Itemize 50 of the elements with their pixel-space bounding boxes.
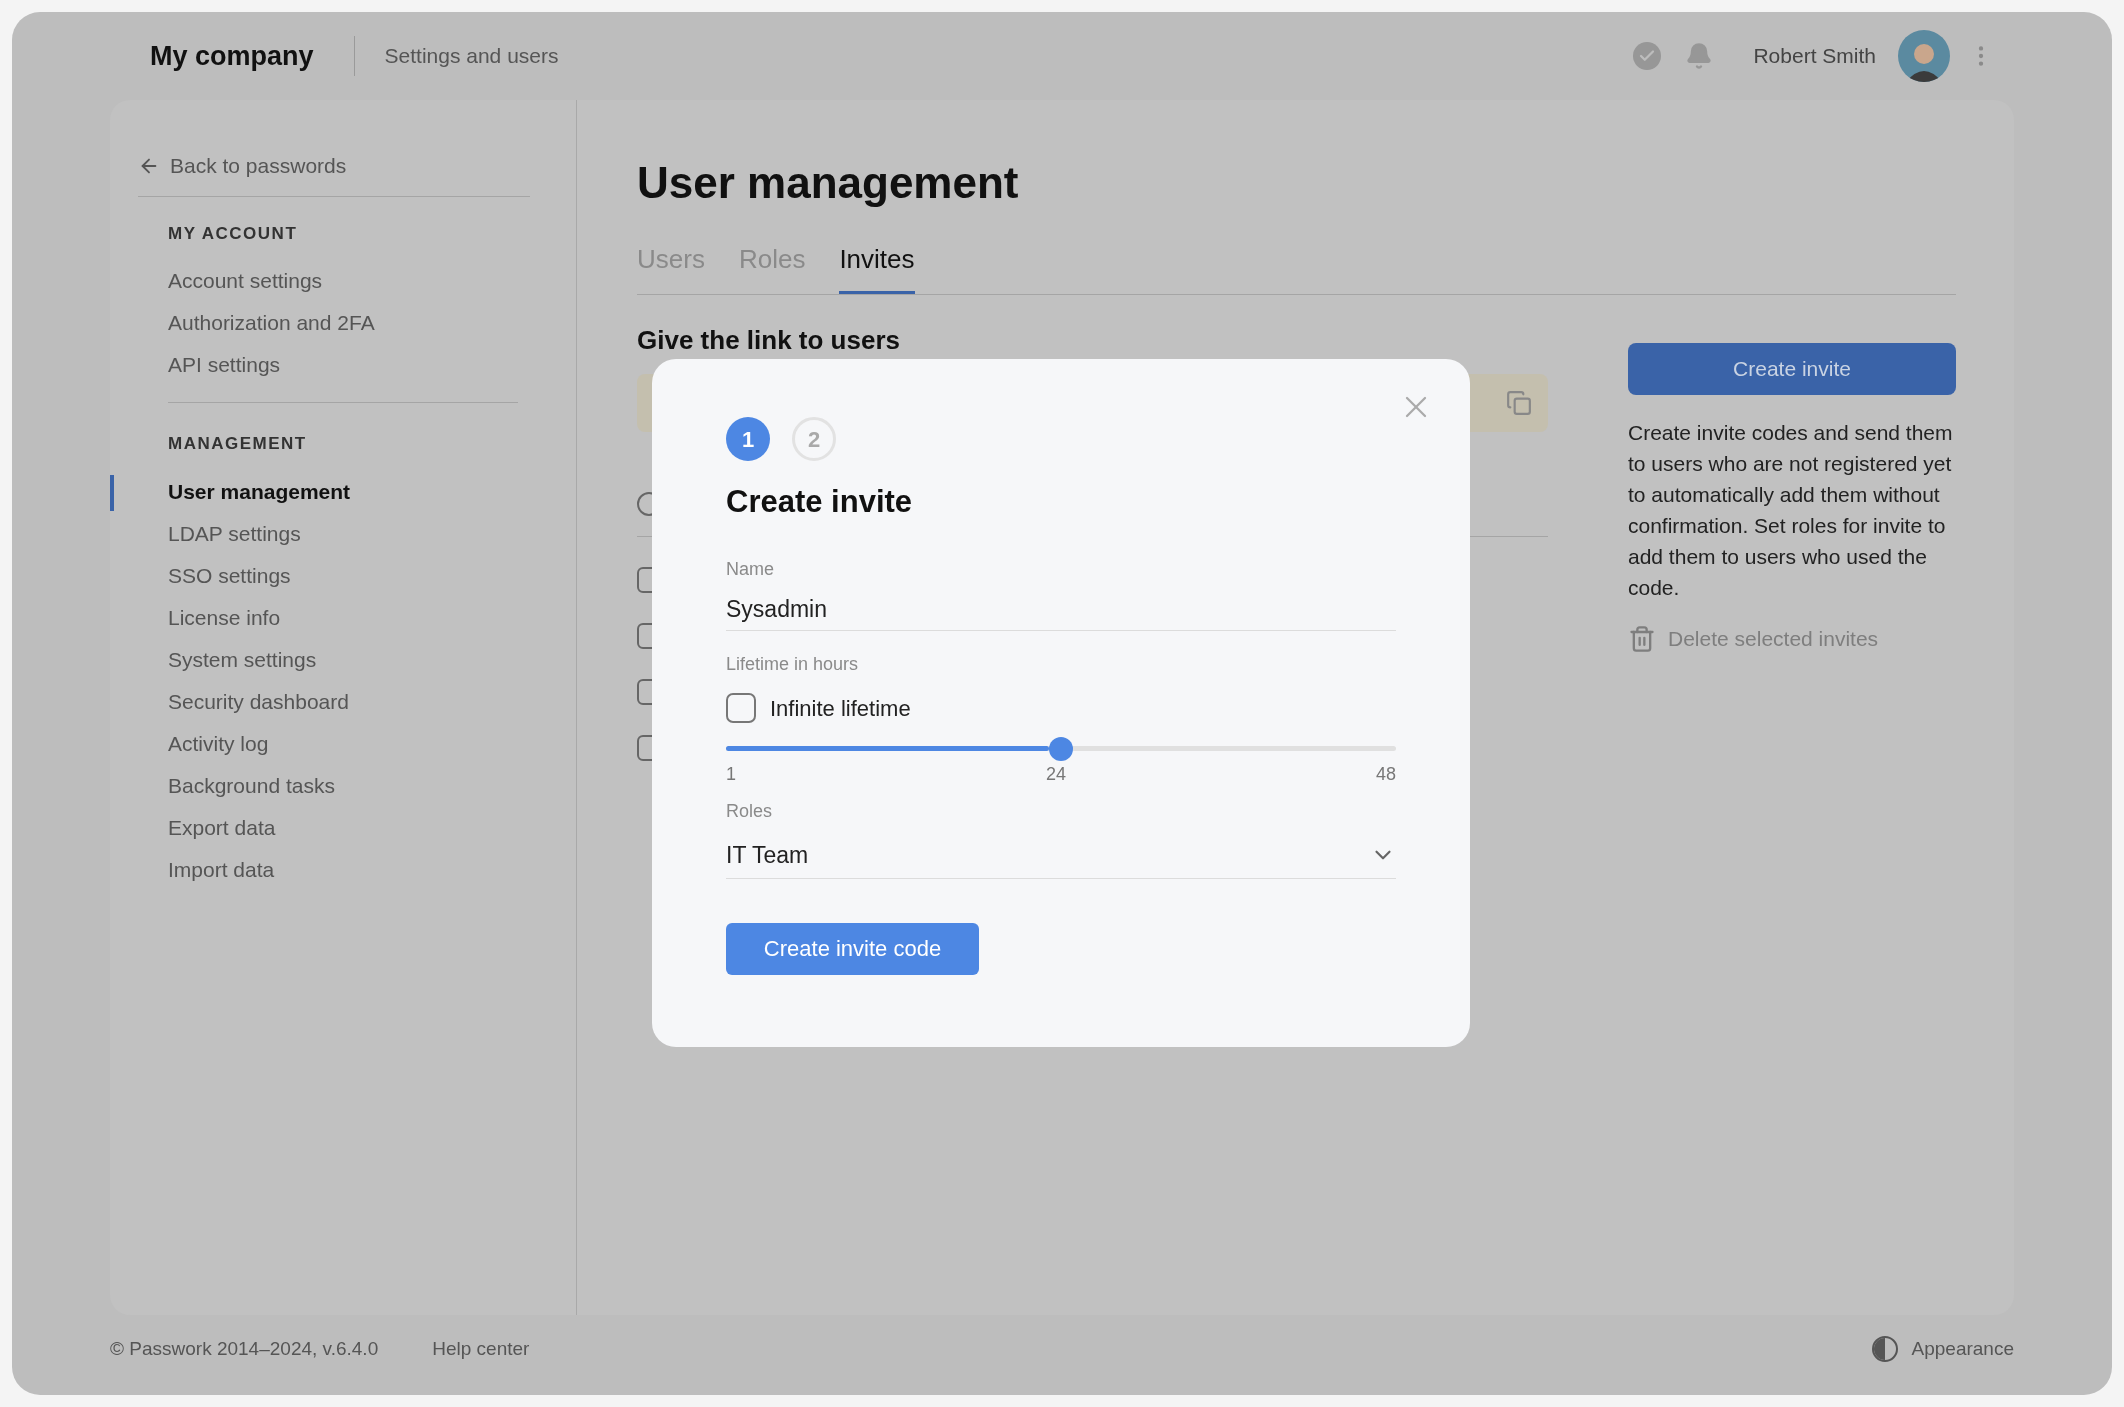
checkbox[interactable]	[726, 693, 756, 723]
description-text: Create invite codes and send them to users who are not registered yet to automatically add them without confirmation. Set roles for invite to add them to users who used the code.	[1628, 420, 1954, 601]
copy-icon[interactable]	[1506, 390, 1532, 416]
active-indicator	[110, 474, 114, 511]
section-heading: Give the link to users	[637, 324, 901, 357]
sidebar-item[interactable]: API settings	[168, 349, 281, 381]
sidebar-item[interactable]: Account settings	[168, 265, 323, 297]
name-field[interactable]: Sysadmin	[726, 588, 1396, 631]
bell-icon[interactable]	[1685, 42, 1714, 70]
group-heading: MANAGEMENT	[168, 433, 308, 455]
sidebar-item[interactable]: Export data	[168, 811, 276, 844]
sidebar-item[interactable]: LDAP settings	[168, 517, 301, 550]
check-icon[interactable]	[1633, 42, 1662, 70]
sidebar-item[interactable]: Security dashboard	[168, 685, 349, 718]
slider-tick-label: 48	[1375, 762, 1396, 786]
back-link[interactable]: Back to passwords	[170, 150, 347, 182]
sidebar-item[interactable]: License info	[168, 601, 281, 634]
sidebar-item[interactable]: Background tasks	[168, 769, 335, 802]
dialog-title: Create invite	[726, 483, 914, 521]
sidebar-item[interactable]: Activity log	[168, 727, 269, 760]
roles-select[interactable]: IT Team	[726, 832, 1396, 879]
sidebar-item[interactable]: Import data	[168, 853, 275, 886]
slider-tick-label: 24	[1045, 762, 1066, 786]
tab[interactable]: Invites	[839, 240, 915, 294]
group-heading: MY ACCOUNT	[168, 222, 299, 245]
section-title: Settings and users	[384, 43, 559, 70]
page-title: User management	[637, 157, 1020, 209]
field-label: Lifetime in hours	[726, 652, 860, 676]
create-invite-button[interactable]: Create invite	[1628, 343, 1956, 395]
field-label: Roles	[726, 799, 774, 823]
user-name[interactable]: Robert Smith	[1753, 40, 1876, 72]
slider-fill[interactable]	[726, 746, 1049, 751]
create-invite-code-button[interactable]: Create invite code	[726, 922, 979, 975]
company-name[interactable]: My company	[110, 35, 354, 77]
sidebar-item[interactable]: SSO settings	[168, 559, 291, 592]
sidebar-item[interactable]: Authorization and 2FA	[168, 307, 375, 339]
avatar[interactable]	[1898, 30, 1950, 82]
trash-icon	[1628, 624, 1656, 653]
appearance-link[interactable]: Appearance	[1911, 1334, 2014, 1364]
field-label: Name	[726, 557, 775, 581]
copyright-text: © Passwork 2014–2024, v.6.4.0	[110, 1336, 379, 1361]
checkbox-label: Infinite lifetime	[770, 694, 911, 723]
step-indicator: 1	[726, 417, 770, 461]
step-indicator: 2	[792, 417, 836, 461]
delete-invites-button: Delete selected invites	[1628, 623, 1956, 655]
slider-thumb[interactable]	[1049, 737, 1073, 761]
sidebar-item[interactable]: System settings	[168, 643, 317, 676]
slider-tick-label: 1	[726, 762, 736, 786]
sidebar-item[interactable]: User management	[168, 475, 351, 508]
help-link[interactable]: Help center	[432, 1334, 530, 1364]
